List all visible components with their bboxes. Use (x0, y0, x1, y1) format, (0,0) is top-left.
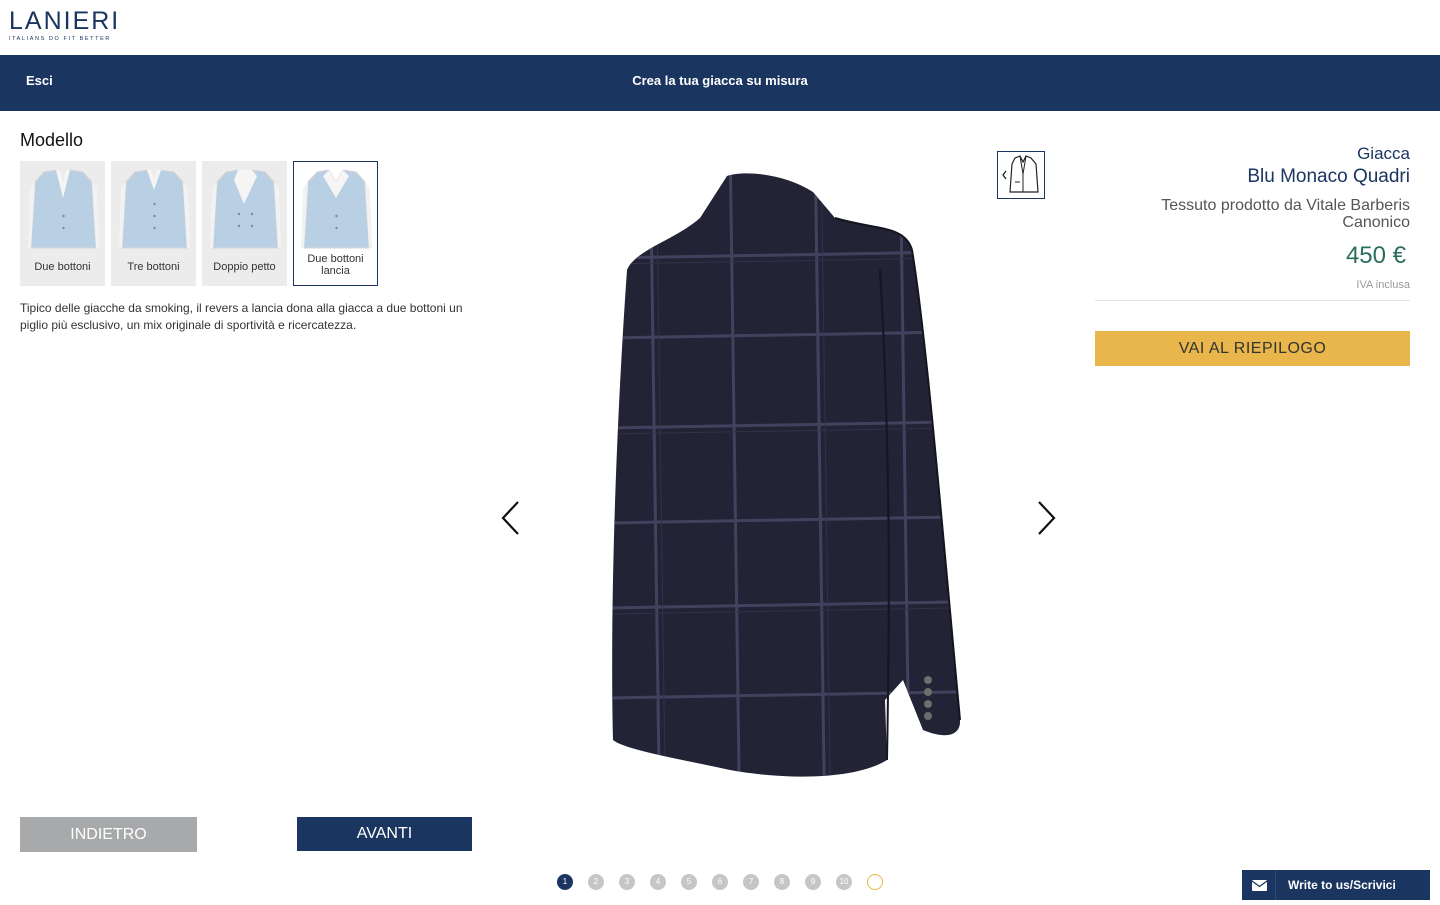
step-2[interactable]: 2 (588, 874, 604, 890)
section-title: Modello (20, 130, 84, 150)
fabric-info: Tessuto prodotto da Vitale Barberis Cano… (1161, 197, 1410, 231)
vat-note: IVA inclusa (1356, 279, 1410, 291)
next-view-button[interactable] (1035, 498, 1059, 543)
step-7[interactable]: 7 (743, 874, 759, 890)
model-options: Due bottoni Tre bottoni Doppio petto Due… (20, 161, 480, 286)
jacket-three-button-icon (119, 169, 190, 249)
brand-name: LANIERI (9, 7, 121, 35)
step-final[interactable] (867, 874, 883, 890)
brand-logo[interactable]: LANIERI ITALIANS DO FIT BETTER (9, 7, 121, 43)
page-title: Crea la tua giacca su misura (632, 73, 808, 88)
product-type: Giacca (1357, 144, 1410, 163)
header: LANIERI ITALIANS DO FIT BETTER (0, 0, 1440, 55)
model-option-due-bottoni-lancia[interactable]: Due bottoni lancia (293, 161, 378, 286)
chat-widget[interactable]: Write to us/Scrivici (1242, 870, 1430, 900)
chevron-right-icon (1038, 501, 1056, 535)
navbar: Esci Crea la tua giacca su misura (0, 55, 1440, 111)
model-label: Due bottoni (34, 261, 91, 273)
product-name: Blu Monaco Quadri (1247, 166, 1410, 187)
envelope-icon (1251, 880, 1268, 891)
product-info: Giacca Blu Monaco Quadri Tessuto prodott… (1095, 144, 1410, 366)
product-price: 450 € (1345, 242, 1406, 269)
jacket-image (612, 173, 961, 777)
model-option-due-bottoni[interactable]: Due bottoni (20, 161, 105, 286)
model-option-doppio-petto[interactable]: Doppio petto (202, 161, 287, 286)
summary-button[interactable]: VAI AL RIEPILOGO (1095, 331, 1410, 366)
next-button[interactable]: AVANTI (297, 817, 472, 851)
jacket-two-button-icon (28, 169, 99, 249)
back-button[interactable]: INDIETRO (20, 817, 197, 852)
jacket-peak-lapel-icon (301, 169, 372, 249)
step-6[interactable]: 6 (712, 874, 728, 890)
step-9[interactable]: 9 (805, 874, 821, 890)
config-panel: Modello Due bottoni Tre bottoni Doppio p… (20, 130, 480, 334)
step-5[interactable]: 5 (681, 874, 697, 890)
step-10[interactable]: 10 (836, 874, 852, 890)
chevron-left-icon (501, 501, 519, 535)
model-description: Tipico delle giacche da smoking, il reve… (20, 301, 463, 332)
step-4[interactable]: 4 (650, 874, 666, 890)
step-3[interactable]: 3 (619, 874, 635, 890)
chat-icon-box (1242, 870, 1276, 900)
brand-tagline: ITALIANS DO FIT BETTER (9, 36, 111, 42)
model-option-tre-bottoni[interactable]: Tre bottoni (111, 161, 196, 286)
product-viewer (495, 140, 1065, 840)
model-label: Tre bottoni (127, 261, 180, 273)
divider (1095, 300, 1410, 301)
step-1[interactable]: 1 (557, 874, 573, 890)
chat-label: Write to us/Scrivici (1288, 878, 1396, 892)
view-toggle-button[interactable] (997, 151, 1045, 199)
step-pagination: 1 2 3 4 5 6 7 8 9 10 (557, 874, 883, 890)
jacket-double-breasted-icon (210, 169, 281, 249)
model-label: Doppio petto (213, 261, 276, 273)
model-label: Due bottoni lancia (307, 253, 364, 277)
prev-view-button[interactable] (498, 498, 522, 543)
step-8[interactable]: 8 (774, 874, 790, 890)
jacket-front-icon (1002, 155, 1039, 193)
